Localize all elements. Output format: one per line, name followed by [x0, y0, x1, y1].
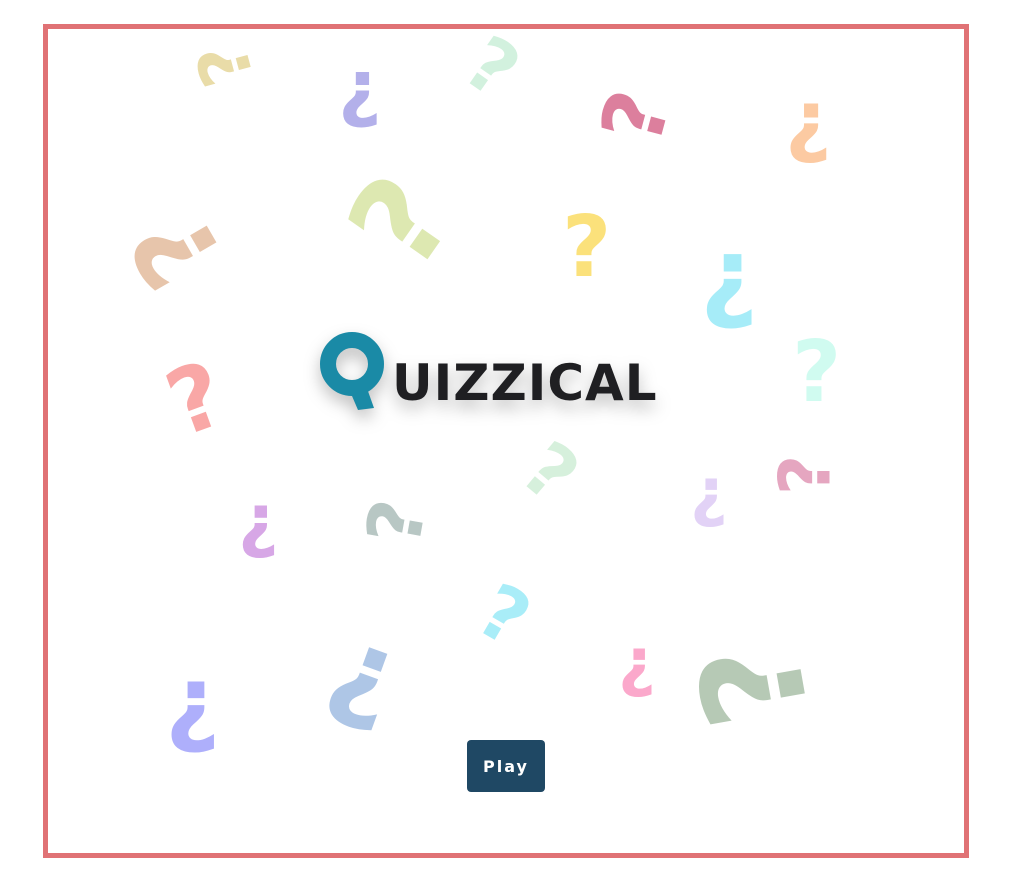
play-button[interactable]: Play — [467, 740, 545, 792]
question-mark-decoration: ? — [792, 323, 842, 422]
question-mark-decoration: ? — [562, 198, 612, 297]
question-mark-decoration: ¿ — [690, 455, 728, 530]
question-mark-decoration: ¿ — [165, 647, 221, 757]
question-mark-decoration: ¿ — [700, 216, 759, 333]
question-mark-decoration: ¿ — [338, 43, 382, 131]
logo-text: UIZZICAL — [392, 354, 658, 412]
question-mark-decoration: ? — [764, 454, 847, 496]
question-mark-decoration: ¿ — [238, 479, 279, 561]
q-logo-icon — [320, 332, 384, 410]
question-mark-decoration: ¿ — [785, 73, 832, 166]
question-mark-decoration: ¿ — [618, 625, 656, 700]
quizzical-logo: UIZZICAL — [318, 330, 658, 420]
